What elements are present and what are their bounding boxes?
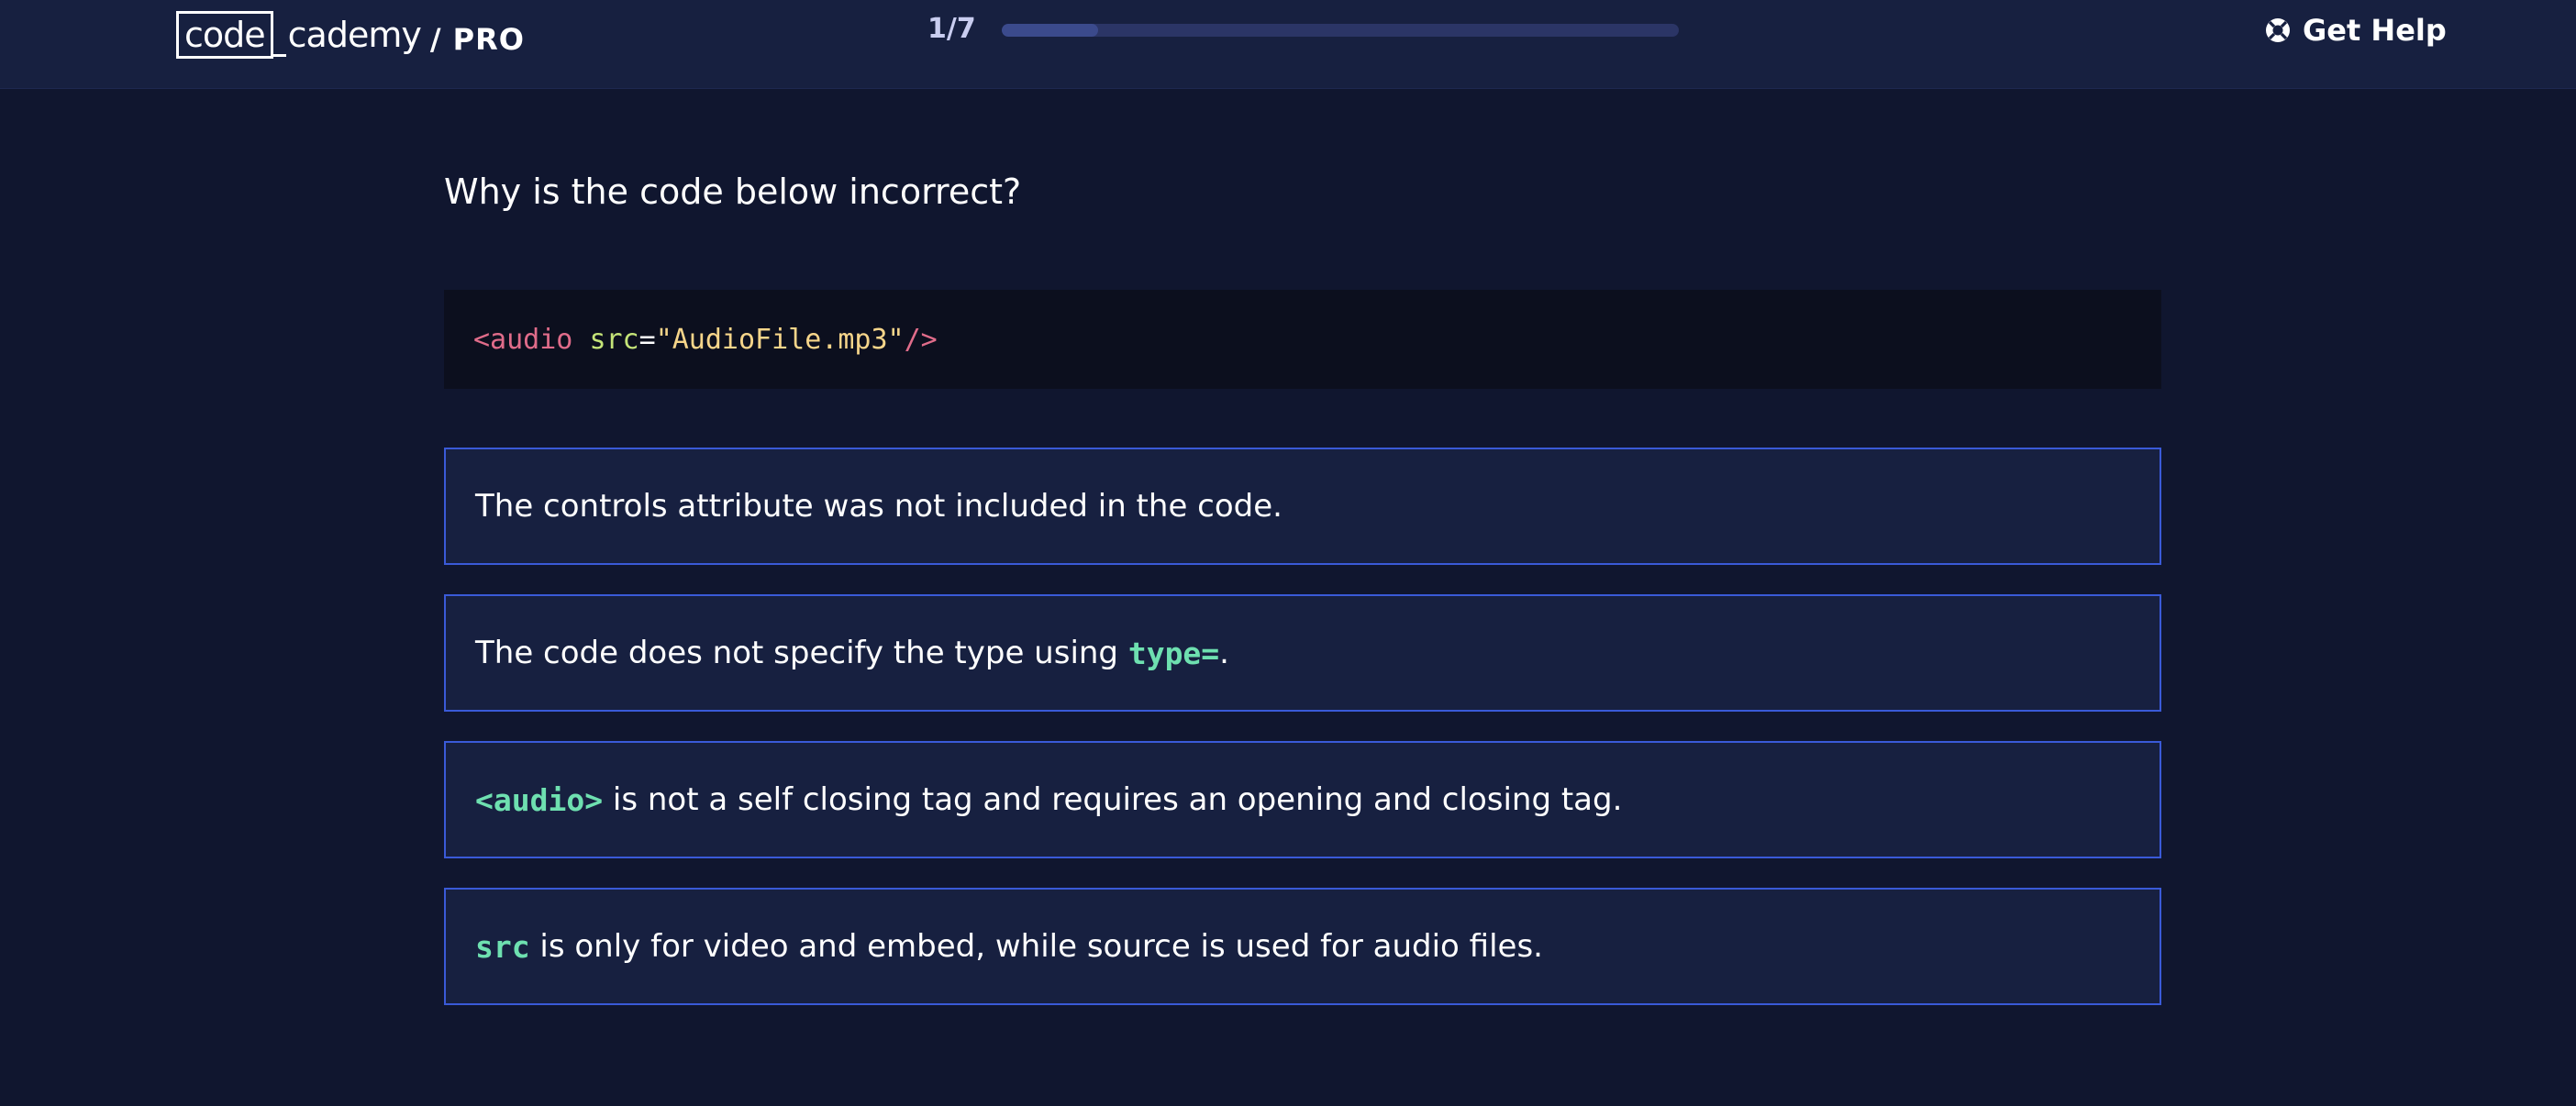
get-help-button[interactable]: Get Help <box>2264 9 2447 51</box>
answer-text: is not a self closing tag and requires a… <box>603 781 1623 818</box>
question-text: Why is the code below incorrect? <box>444 171 1022 212</box>
progress-bar-fill <box>1002 24 1099 37</box>
answer-code-suffix: type= <box>1127 635 1220 671</box>
answer-list: The controls attribute was not included … <box>444 448 2161 1005</box>
answer-text: The controls attribute was not included … <box>475 488 1282 525</box>
lifebuoy-icon <box>2266 18 2290 42</box>
answer-code-prefix: <audio> <box>475 781 604 818</box>
logo-underscore <box>271 54 286 57</box>
code-tag-open: <audio <box>473 323 573 356</box>
get-help-label: Get Help <box>2303 13 2447 48</box>
answer-option-2[interactable]: The code does not specify the type using… <box>444 594 2161 712</box>
code-attr: src <box>589 323 639 356</box>
progress-label: 1/7 <box>927 13 976 45</box>
top-bar: code cademy / PRO 1/7 Get Help <box>0 0 2576 89</box>
answer-text: is only for video and embed, while sourc… <box>529 928 1543 965</box>
answer-option-3[interactable]: <audio> is not a self closing tag and re… <box>444 741 2161 858</box>
answer-text: The code does not specify the type using <box>475 635 1128 671</box>
logo-pro: / PRO <box>429 22 525 57</box>
logo-cademy: cademy <box>287 15 422 55</box>
codecademy-pro-logo[interactable]: code cademy / PRO <box>176 11 525 59</box>
code-value: "AudioFile.mp3" <box>655 323 905 356</box>
answer-code-prefix: src <box>475 928 530 965</box>
quiz-main: Why is the code below incorrect? <audio … <box>444 156 2161 1034</box>
answer-tail: . <box>1219 635 1229 671</box>
code-equals: = <box>638 323 656 356</box>
progress-bar <box>1002 24 1679 37</box>
code-tag-close: /> <box>904 323 938 356</box>
answer-option-4[interactable]: src is only for video and embed, while s… <box>444 888 2161 1005</box>
answer-option-1[interactable]: The controls attribute was not included … <box>444 448 2161 565</box>
logo-code-box: code <box>176 11 273 59</box>
code-snippet: <audio src = "AudioFile.mp3"/> <box>444 290 2161 389</box>
